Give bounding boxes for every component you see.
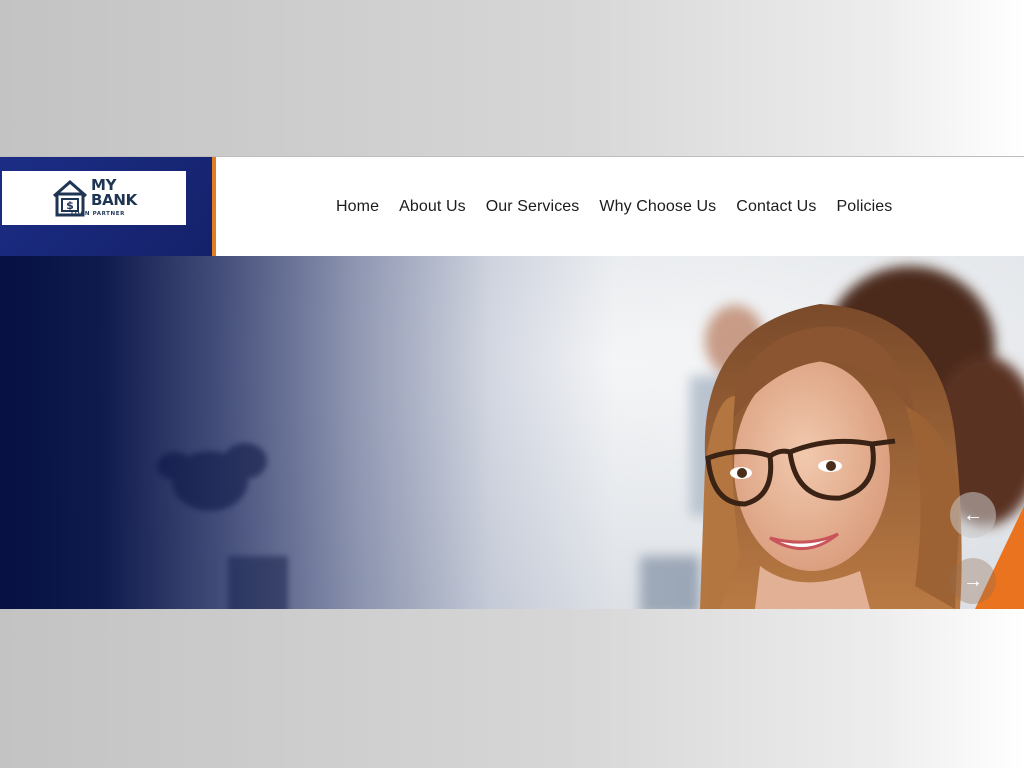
brand-tagline: LOAN PARTNER [70, 211, 125, 218]
site-header: $ MY BANK LOAN PARTNER Home About Us Our… [0, 156, 1024, 256]
slider-next-button[interactable]: → [950, 558, 996, 604]
brand-name-line2: BANK [90, 191, 138, 210]
slider-prev-button[interactable]: ← [950, 492, 996, 538]
nav-our-services[interactable]: Our Services [476, 198, 590, 216]
nav-about-us[interactable]: About Us [389, 198, 476, 216]
hero-slider: ← → [0, 256, 1024, 609]
main-nav: Home About Us Our Services Why Choose Us… [326, 157, 902, 256]
hero-gradient-overlay [0, 256, 1024, 609]
brand-logo[interactable]: $ MY BANK LOAN PARTNER [2, 171, 186, 225]
nav-home[interactable]: Home [326, 198, 389, 216]
logo-block: $ MY BANK LOAN PARTNER [0, 157, 216, 256]
nav-policies[interactable]: Policies [826, 198, 902, 216]
arrow-left-icon: ← [963, 503, 983, 526]
svg-text:$: $ [66, 199, 74, 212]
bottom-backdrop [0, 609, 1024, 768]
nav-contact-us[interactable]: Contact Us [726, 198, 826, 216]
top-backdrop [0, 0, 1024, 156]
page: $ MY BANK LOAN PARTNER Home About Us Our… [0, 0, 1024, 768]
arrow-right-icon: → [963, 569, 983, 592]
nav-why-choose-us[interactable]: Why Choose Us [589, 198, 726, 216]
